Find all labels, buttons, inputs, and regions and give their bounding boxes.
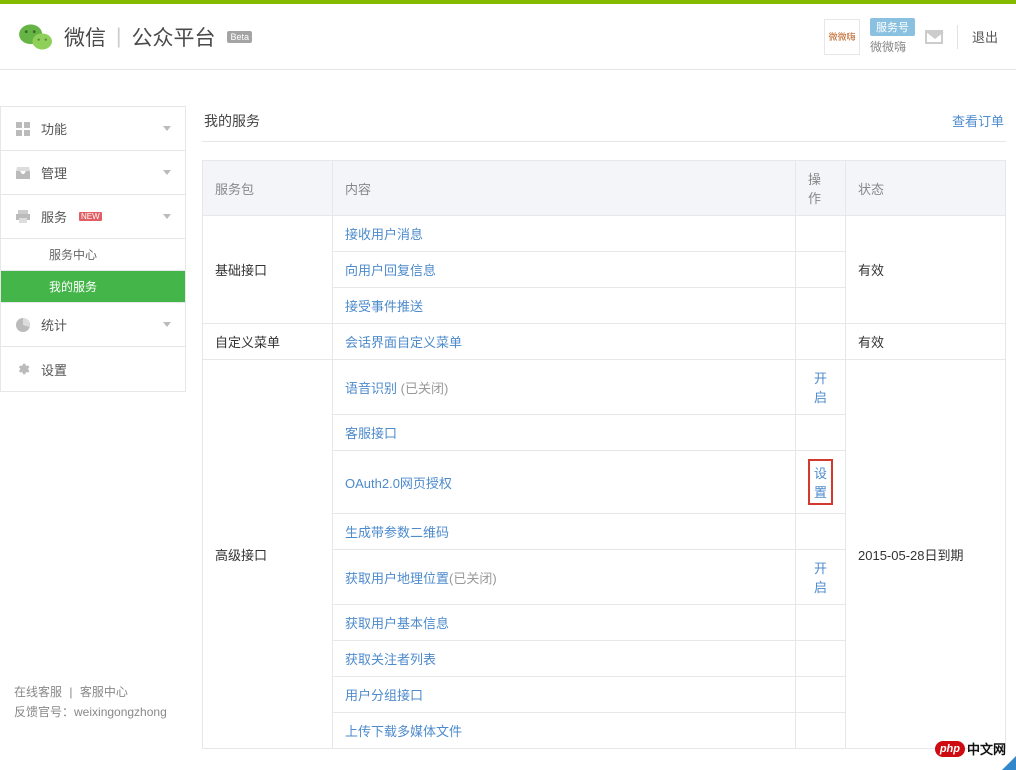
sidebar-label: 服务 [41,207,67,226]
chevron-down-icon [163,322,171,327]
sidebar-group-manage[interactable]: 管理 [1,151,185,195]
sidebar-item-my-services[interactable]: 我的服务 [1,271,185,303]
chart-icon [15,317,31,333]
logout-link[interactable]: 退出 [972,27,998,46]
beta-badge: Beta [227,31,252,43]
resize-corner-icon [1002,756,1016,770]
feedback-account: weixingongzhong [74,705,167,719]
brand-name-right: 公众平台 [131,22,215,52]
content-link[interactable]: 接收用户消息 [345,227,423,242]
content-link[interactable]: 获取关注者列表 [345,652,436,667]
closed-suffix: (已关闭) [397,381,448,396]
brand-name-left: 微信 [64,22,106,52]
sidebar-label: 统计 [41,315,67,334]
logo-text: 微信 | 公众平台 Beta [64,22,252,52]
content-link[interactable]: 生成带参数二维码 [345,525,449,540]
sidebar-submenu-services: 服务中心 我的服务 [1,239,185,303]
sidebar-label: 功能 [41,119,67,138]
sidebar-group-settings[interactable]: 设置 [1,347,185,391]
sidebar-label: 设置 [41,360,67,379]
content-link[interactable]: 用户分组接口 [345,688,423,703]
sidebar-label: 管理 [41,163,67,182]
sidebar-footer: 在线客服 | 客服中心 反馈官号：weixingongzhong [0,672,186,732]
content-link-oauth[interactable]: OAuth2.0网页授权 [345,476,452,491]
content-link[interactable]: 会话界面自定义菜单 [345,335,462,350]
content-link[interactable]: 获取用户地理位置 [345,571,449,586]
action-settings-highlight: 设置 [808,459,833,505]
chevron-down-icon [163,126,171,131]
body-wrap: 功能 管理 服务 NEW [0,106,1016,749]
header: 微信 | 公众平台 Beta 微微嗨 服务号 微微嗨 退出 [0,4,1016,70]
wechat-logo-icon [18,21,54,53]
action-settings[interactable]: 设置 [814,466,827,500]
logo-area: 微信 | 公众平台 Beta [18,21,252,53]
th-package: 服务包 [203,161,333,216]
new-badge: NEW [79,212,102,221]
th-action: 操作 [795,161,845,216]
action-enable[interactable]: 开启 [814,561,827,595]
sidebar-group-services[interactable]: 服务 NEW [1,195,185,239]
cs-center-link[interactable]: 客服中心 [80,685,128,699]
brand-divider: | [116,25,121,49]
services-table: 服务包 内容 操作 状态 基础接口 接收用户消息 有效 向用户回复信息 [202,160,1006,749]
content-link[interactable]: 语音识别 [345,381,397,396]
sidebar-item-service-center[interactable]: 服务中心 [1,239,185,271]
header-divider [957,25,958,49]
account-avatar[interactable]: 微微嗨 [824,19,860,55]
gear-icon [15,361,31,377]
content-link[interactable]: 客服接口 [345,426,397,441]
content-link[interactable]: 获取用户基本信息 [345,616,449,631]
chevron-down-icon [163,170,171,175]
feedback-label: 反馈官号： [14,705,74,719]
php-badge: php [935,741,965,757]
footer-separator: | [69,685,72,699]
grid-icon [15,121,31,137]
watermark-text: 中文网 [967,739,1006,758]
pkg-basic: 基础接口 [203,216,333,324]
sidebar-group-features[interactable]: 功能 [1,107,185,151]
pkg-advanced: 高级接口 [203,360,333,749]
pkg-custom-menu: 自定义菜单 [203,324,333,360]
panel-header: 我的服务 查看订单 [202,106,1006,142]
content-link[interactable]: 接受事件推送 [345,299,423,314]
account-name: 微微嗨 [870,38,906,55]
sidebar-menu: 功能 管理 服务 NEW [0,106,186,392]
th-status: 状态 [846,161,1006,216]
account-info: 服务号 微微嗨 [870,18,915,55]
status-advanced: 2015-05-28日到期 [846,360,1006,749]
content-link[interactable]: 向用户回复信息 [345,263,436,278]
header-right: 微微嗨 服务号 微微嗨 退出 [824,18,998,55]
chevron-down-icon [163,214,171,219]
status-basic: 有效 [846,216,1006,324]
online-cs-link[interactable]: 在线客服 [14,685,62,699]
printer-icon [15,209,31,225]
action-enable[interactable]: 开启 [814,371,827,405]
content-link[interactable]: 上传下载多媒体文件 [345,724,462,739]
sidebar: 功能 管理 服务 NEW [0,106,186,749]
panel-title: 我的服务 [204,111,260,131]
mail-icon[interactable] [925,30,943,44]
view-orders-link[interactable]: 查看订单 [952,111,1004,130]
th-content: 内容 [333,161,796,216]
content-panel: 我的服务 查看订单 服务包 内容 操作 状态 基础接口 接收用户消息 有效 [202,106,1006,749]
account-type-badge: 服务号 [870,18,915,36]
status-custom-menu: 有效 [846,324,1006,360]
sidebar-group-stats[interactable]: 统计 [1,303,185,347]
closed-suffix: (已关闭) [449,571,497,586]
inbox-icon [15,165,31,181]
watermark: php 中文网 [935,739,1006,758]
